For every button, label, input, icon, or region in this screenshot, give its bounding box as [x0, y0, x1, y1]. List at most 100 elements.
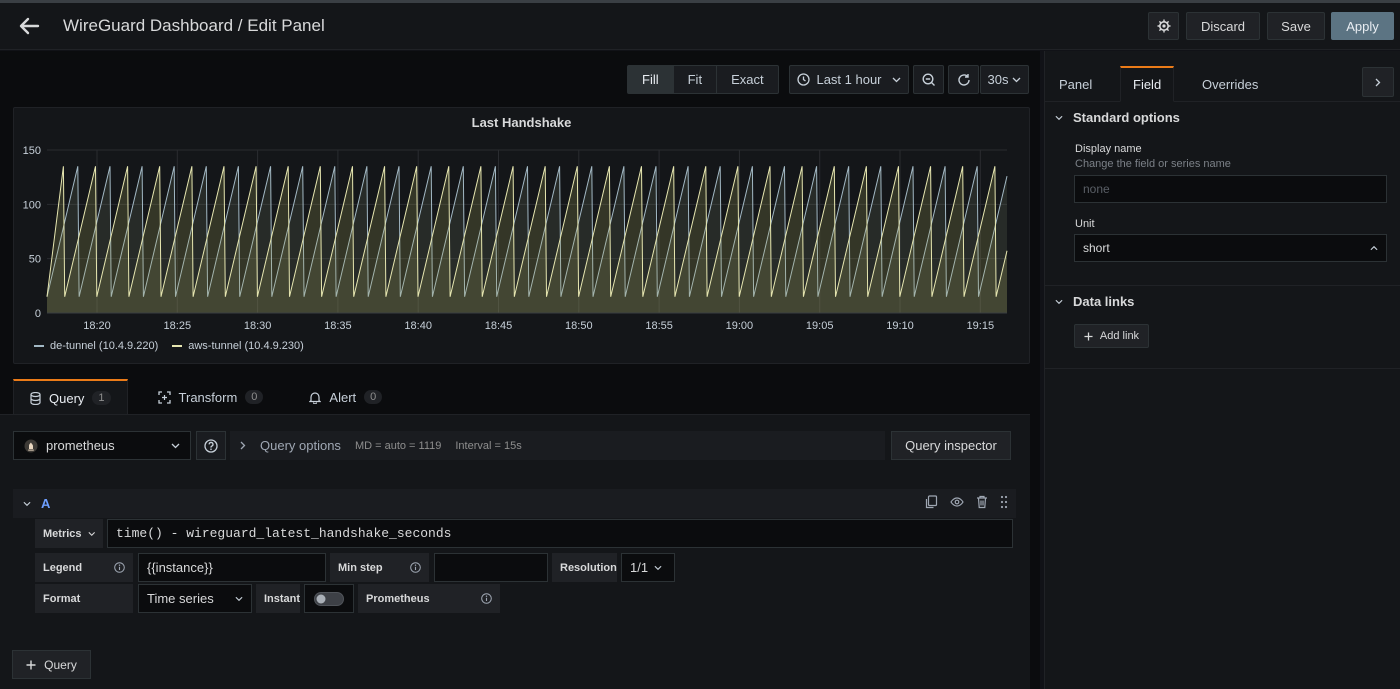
- back-arrow-icon[interactable]: [18, 15, 40, 37]
- data-links-header[interactable]: Data links: [1055, 294, 1134, 309]
- tab-query[interactable]: Query 1: [13, 379, 128, 415]
- query-options-bar: Query options MD = auto = 1119 Interval …: [230, 431, 885, 460]
- time-range-label: Last 1 hour: [816, 72, 882, 87]
- tab-query-label: Query: [49, 390, 85, 406]
- prometheus-label: Prometheus: [358, 584, 500, 613]
- chevron-down-icon: [171, 443, 180, 448]
- format-select[interactable]: Time series: [138, 584, 252, 613]
- x-tick-label: 18:25: [164, 320, 192, 332]
- refresh-interval-label: 30s: [987, 72, 1009, 87]
- x-tick-label: 18:50: [565, 320, 593, 332]
- query-options-toggle[interactable]: Query options: [260, 438, 341, 453]
- unit-select[interactable]: short: [1074, 234, 1387, 262]
- tab-field[interactable]: Field: [1120, 66, 1175, 102]
- top-header: WireGuard Dashboard / Edit Panel Discard…: [0, 3, 1400, 50]
- fill-mode-button[interactable]: Fill: [628, 66, 674, 93]
- fit-mode-button[interactable]: Fit: [674, 66, 718, 93]
- refresh-icon: [957, 73, 970, 86]
- tab-overrides[interactable]: Overrides: [1202, 66, 1258, 102]
- question-circle-icon: [204, 438, 218, 453]
- x-tick-label: 18:55: [645, 320, 673, 332]
- x-tick-label: 19:15: [967, 320, 995, 332]
- clock-icon: [797, 73, 811, 86]
- data-links-label: Data links: [1073, 294, 1135, 309]
- chevron-down-icon: [1055, 299, 1063, 304]
- y-tick-label: 0: [35, 308, 41, 320]
- chevron-down-icon: [654, 565, 662, 570]
- metrics-query-input[interactable]: time() - wireguard_latest_handshake_seco…: [107, 519, 1013, 548]
- metrics-label: Metrics: [43, 527, 82, 540]
- view-mode-group: Fill Fit Exact: [627, 65, 779, 94]
- unit-label: Unit: [1075, 218, 1095, 230]
- prometheus-label-text: Prometheus: [366, 592, 430, 605]
- help-button[interactable]: [196, 431, 226, 460]
- drag-handle-icon[interactable]: [1000, 495, 1008, 509]
- query-tabs: Query 1 Transform 0 Alert 0: [13, 379, 398, 415]
- prometheus-logo-icon: [24, 439, 38, 452]
- tab-alert-label: Alert: [329, 389, 357, 405]
- section-divider: [1045, 285, 1400, 286]
- x-tick-label: 18:40: [404, 320, 432, 332]
- unit-value: short: [1083, 241, 1110, 255]
- duplicate-icon[interactable]: [925, 495, 938, 509]
- min-step-input[interactable]: [434, 553, 548, 582]
- trash-icon[interactable]: [976, 495, 988, 509]
- x-tick-label: 18:20: [83, 320, 111, 332]
- apply-button[interactable]: Apply: [1331, 12, 1394, 40]
- plus-icon: [26, 660, 36, 669]
- tab-panel[interactable]: Panel: [1059, 66, 1092, 102]
- x-tick-label: 18:45: [485, 320, 513, 332]
- refresh-button[interactable]: [948, 65, 979, 94]
- display-name-label: Display name: [1075, 143, 1142, 155]
- add-link-button[interactable]: Add link: [1074, 324, 1149, 348]
- eye-icon[interactable]: [950, 495, 964, 509]
- tab-alert[interactable]: Alert 0: [293, 379, 398, 415]
- display-name-input[interactable]: none: [1074, 175, 1387, 203]
- info-icon: [114, 562, 125, 573]
- time-range-picker[interactable]: Last 1 hour: [789, 65, 909, 94]
- y-tick-label: 100: [23, 199, 41, 211]
- zoom-out-button[interactable]: [913, 65, 944, 94]
- settings-gear-button[interactable]: [1148, 12, 1179, 40]
- tab-transform-label: Transform: [178, 389, 238, 405]
- query-inspector-button[interactable]: Query inspector: [891, 431, 1011, 460]
- standard-options-label: Standard options: [1073, 110, 1180, 125]
- instant-toggle[interactable]: [304, 584, 354, 613]
- standard-options-header[interactable]: Standard options: [1055, 110, 1180, 125]
- query-name: A: [41, 496, 51, 511]
- resolution-select[interactable]: 1/1: [621, 553, 675, 582]
- database-icon: [30, 391, 41, 405]
- options-tabs: Panel Field Overrides: [1045, 66, 1400, 102]
- query-editor-area: prometheus Query options MD = auto = 111…: [0, 414, 1030, 689]
- bell-icon: [309, 391, 322, 404]
- save-button[interactable]: Save: [1267, 12, 1325, 40]
- legend-swatch: [34, 345, 44, 347]
- query-row-header[interactable]: A: [13, 489, 1016, 518]
- add-link-label: Add link: [1099, 330, 1140, 342]
- exact-mode-button[interactable]: Exact: [717, 66, 778, 93]
- refresh-interval-picker[interactable]: 30s: [980, 65, 1029, 94]
- datasource-name: prometheus: [46, 438, 115, 453]
- legend-label-text: Legend: [43, 561, 83, 574]
- chevron-down-icon: [892, 77, 900, 82]
- y-tick-label: 150: [23, 145, 41, 157]
- y-tick-label: 50: [29, 254, 41, 266]
- discard-button[interactable]: Discard: [1186, 12, 1260, 40]
- gear-icon: [1157, 19, 1170, 33]
- add-query-button[interactable]: Query: [12, 650, 91, 679]
- datasource-select[interactable]: prometheus: [13, 431, 191, 460]
- chart-legend: de-tunnel (10.4.9.220) aws-tunnel (10.4.…: [34, 340, 304, 352]
- tab-alert-count: 0: [364, 390, 383, 404]
- options-pane: Panel Field Overrides Standard options D…: [1044, 51, 1400, 689]
- legend-label: de-tunnel (10.4.9.220): [50, 340, 159, 352]
- legend-format-input[interactable]: {{instance}}: [138, 553, 326, 582]
- toggle-switch-icon: [314, 591, 344, 606]
- x-tick-label: 18:35: [324, 320, 352, 332]
- metrics-dropdown[interactable]: Metrics: [35, 519, 103, 548]
- tab-transform[interactable]: Transform 0: [142, 379, 280, 415]
- collapse-pane-button[interactable]: [1362, 67, 1394, 97]
- zoom-out-icon: [921, 72, 935, 86]
- legend-item-de-tunnel[interactable]: de-tunnel (10.4.9.220): [34, 340, 158, 352]
- plus-icon: [1084, 331, 1093, 341]
- legend-item-aws-tunnel[interactable]: aws-tunnel (10.4.9.230): [172, 340, 304, 352]
